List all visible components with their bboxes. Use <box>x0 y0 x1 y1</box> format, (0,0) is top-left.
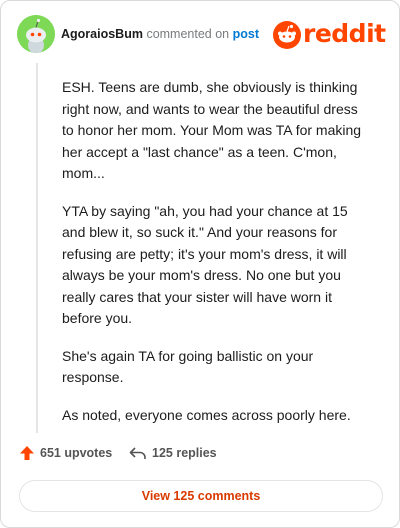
username[interactable]: AgoraiosBum <box>61 27 143 41</box>
reddit-logo[interactable]: reddit <box>273 19 386 49</box>
reply-arrow-icon <box>129 447 146 459</box>
view-comments-button[interactable]: View 125 comments <box>19 480 383 512</box>
comment-paragraph: ESH. Teens are dumb, she obviously is th… <box>62 79 362 181</box>
comment-body: ESH. Teens are dumb, she obviously is th… <box>62 77 362 442</box>
upvote-button[interactable]: 651 upvotes <box>19 445 112 461</box>
comment-header: AgoraiosBum commented on post reddit <box>17 15 386 55</box>
reply-count: 125 replies <box>152 446 217 460</box>
action-text: commented on <box>146 27 230 41</box>
snoo-avatar-icon <box>17 15 55 53</box>
upvote-count: 651 upvotes <box>40 446 113 460</box>
comment-meta: AgoraiosBum commented on post <box>61 27 259 41</box>
comment-card: AgoraiosBum commented on post reddit ESH… <box>0 0 400 528</box>
comment-actions: 651 upvotes 125 replies <box>17 445 383 467</box>
post-link[interactable]: post <box>233 27 259 41</box>
reddit-wordmark: reddit <box>303 19 386 48</box>
comment-paragraph: She's again TA for going ballistic on yo… <box>62 347 314 386</box>
avatar[interactable] <box>17 15 55 53</box>
comment-paragraph: YTA by saying "ah, you had your chance a… <box>62 202 348 327</box>
upvote-arrow-icon <box>20 446 34 460</box>
thread-line[interactable] <box>36 63 38 433</box>
reddit-alien-icon <box>273 21 301 49</box>
reply-button[interactable]: 125 replies <box>129 445 217 461</box>
comment-paragraph: As noted, everyone comes across poorly h… <box>62 406 351 423</box>
